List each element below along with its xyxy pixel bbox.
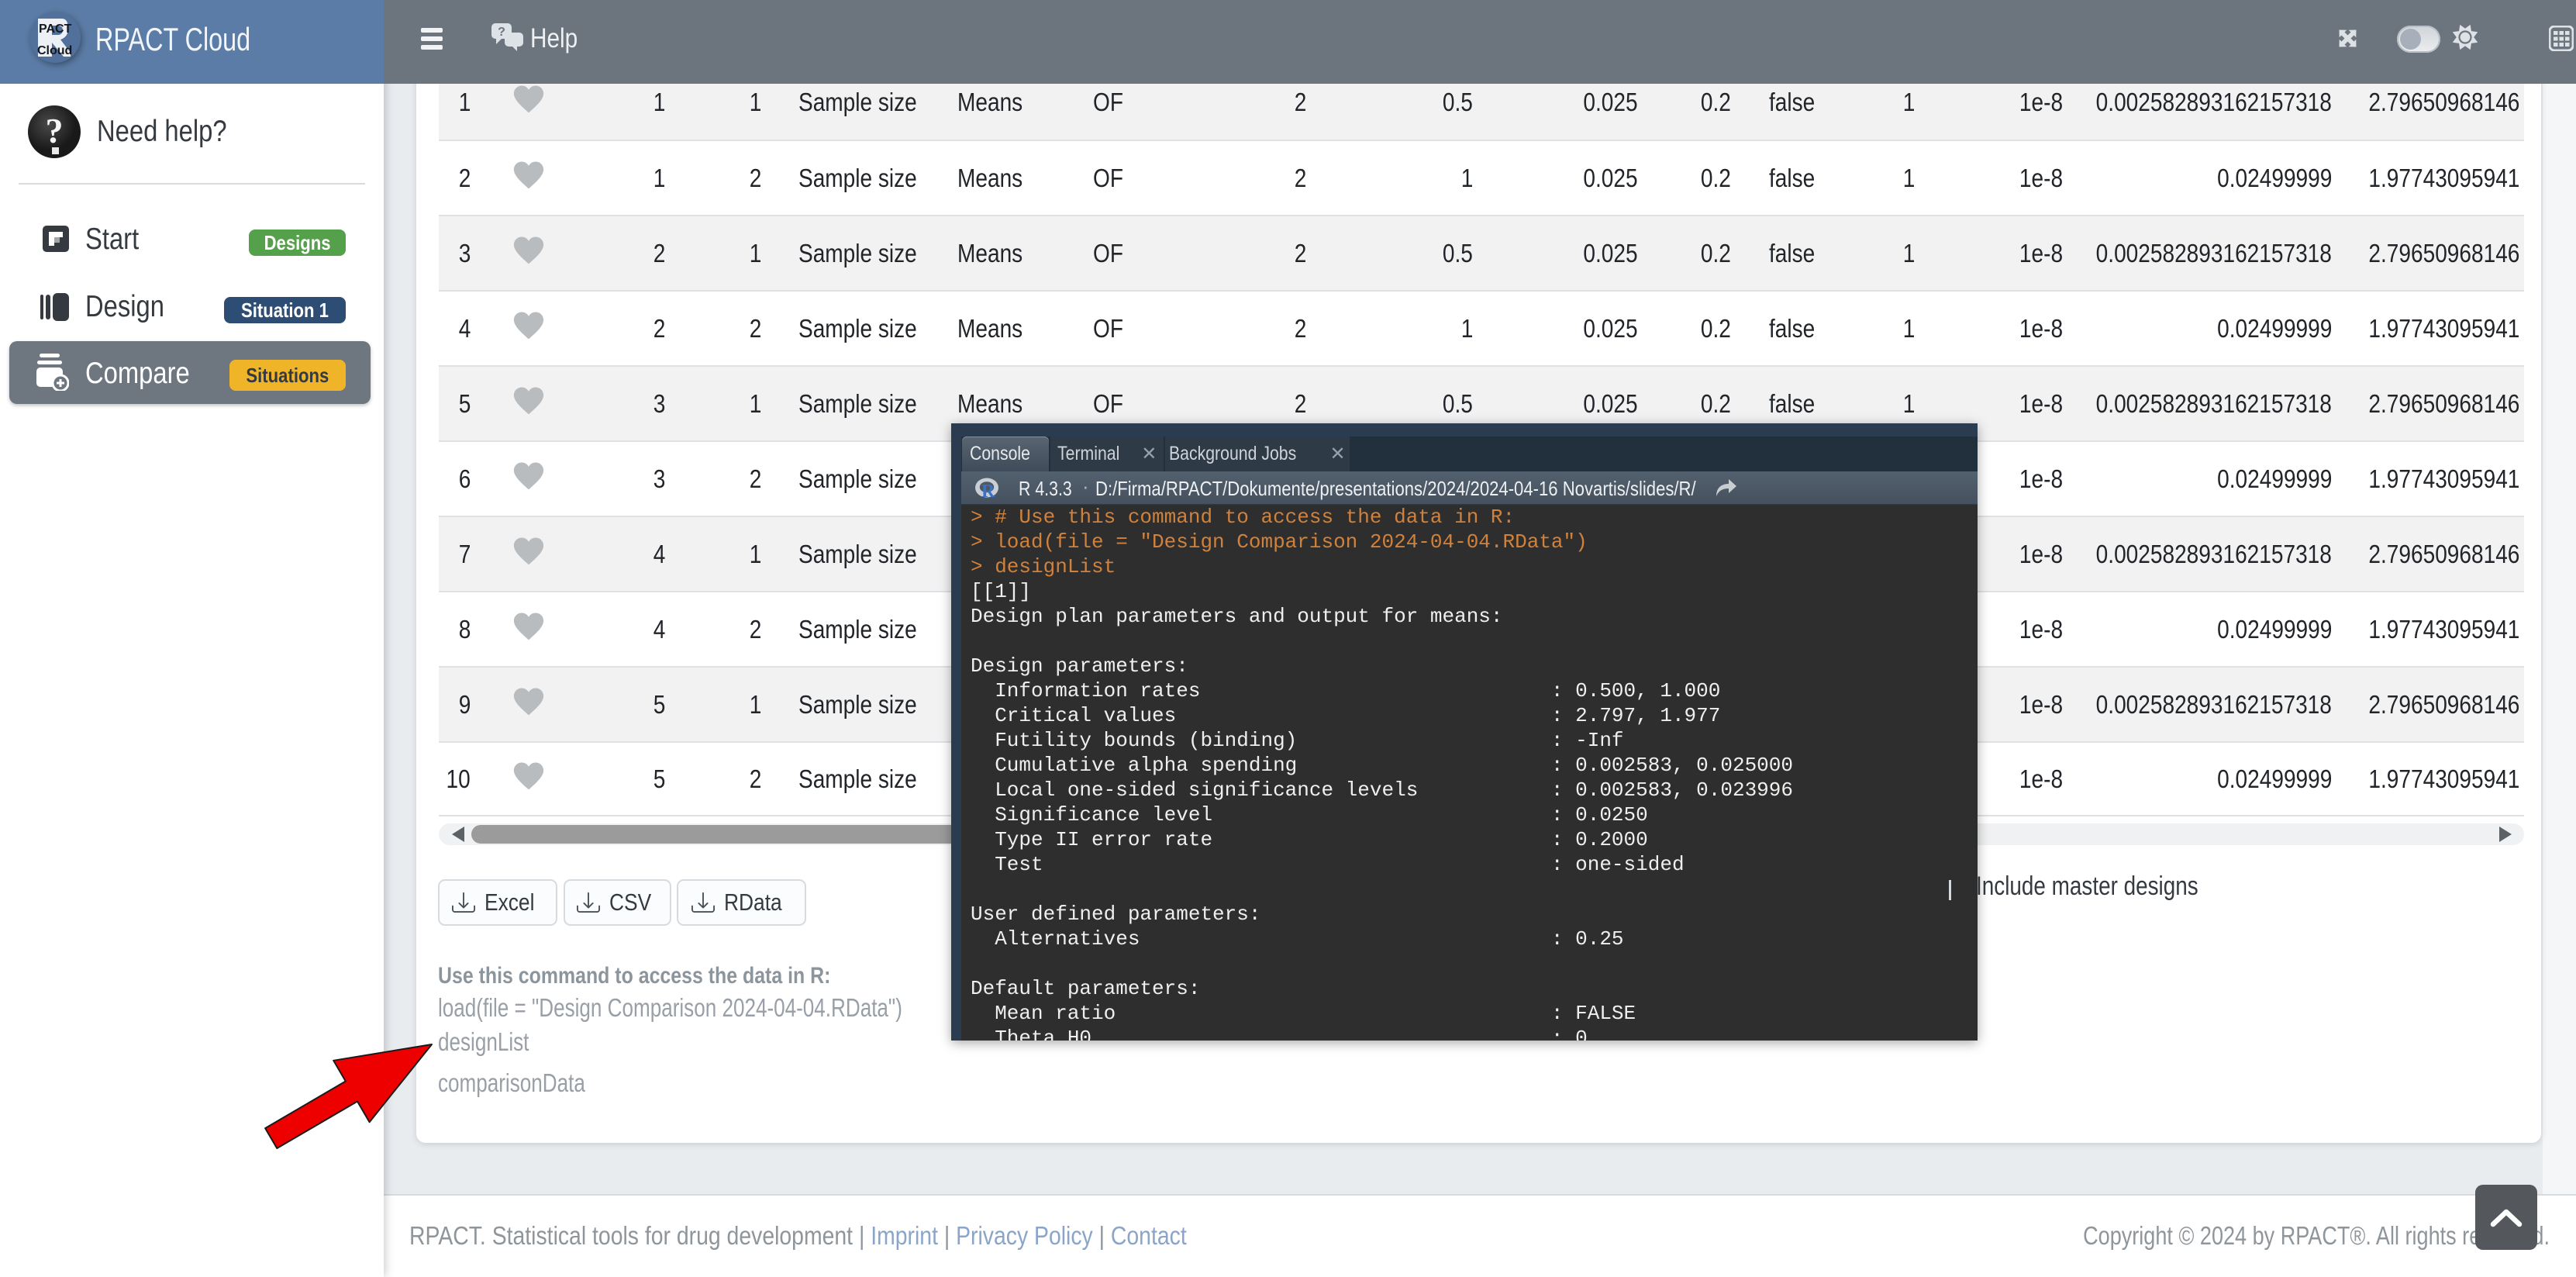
svg-text:PACT: PACT (39, 22, 72, 36)
svg-text:R: R (981, 481, 995, 502)
svg-text:?: ? (498, 26, 505, 39)
svg-text:?: ? (46, 111, 64, 150)
svg-text:Cloud: Cloud (37, 44, 72, 57)
